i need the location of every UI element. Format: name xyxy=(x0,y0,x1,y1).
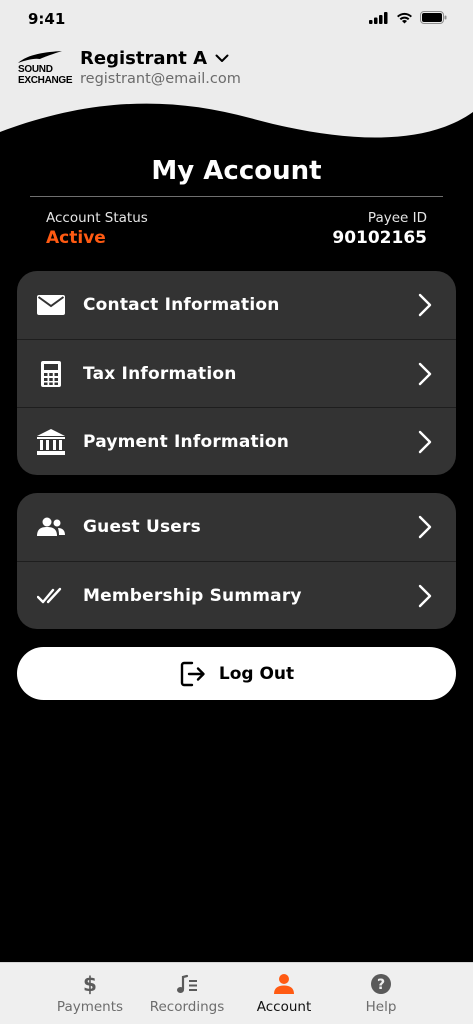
question-icon: ? xyxy=(371,974,391,994)
tab-recordings[interactable]: Recordings xyxy=(139,973,235,1015)
chevron-right-icon xyxy=(418,584,432,608)
registrant-switcher[interactable]: Registrant A registrant@email.com xyxy=(80,48,241,87)
account-header: 9:41 SOUND EXCHANGE Registrant A registr… xyxy=(0,0,473,150)
account-status-label: Account Status xyxy=(46,210,148,226)
account-info-menu: Contact Information Tax Information Paym… xyxy=(17,271,456,475)
battery-icon xyxy=(420,11,447,24)
account-status-value: Active xyxy=(46,228,106,248)
envelope-icon xyxy=(37,291,65,319)
svg-text:$: $ xyxy=(83,973,97,995)
chevron-right-icon xyxy=(418,293,432,317)
music-list-icon xyxy=(177,974,197,993)
menu-item-label: Payment Information xyxy=(83,431,290,452)
chevron-down-icon[interactable] xyxy=(215,54,229,63)
membership-menu: Guest Users Membership Summary xyxy=(17,493,456,629)
menu-item-label: Tax Information xyxy=(83,363,237,384)
menu-item-label: Membership Summary xyxy=(83,585,302,606)
payee-id-label: Payee ID xyxy=(367,210,427,226)
bank-icon xyxy=(37,428,65,456)
chevron-right-icon xyxy=(418,430,432,454)
logo-wordmark: SOUND EXCHANGE xyxy=(18,64,73,86)
status-bar: 9:41 xyxy=(0,0,473,38)
registrant-email: registrant@email.com xyxy=(80,71,241,87)
logout-button[interactable]: Log Out xyxy=(17,647,456,700)
svg-text:?: ? xyxy=(377,977,385,993)
tab-label: Recordings xyxy=(149,999,225,1015)
cellular-signal-icon xyxy=(369,11,388,24)
tab-label: Payments xyxy=(56,999,124,1015)
chevron-right-icon xyxy=(418,515,432,539)
menu-item-membership-summary[interactable]: Membership Summary xyxy=(17,561,456,629)
dollar-icon: $ xyxy=(83,973,97,995)
calculator-icon xyxy=(37,360,65,388)
tab-payments[interactable]: $ Payments xyxy=(42,973,138,1015)
menu-item-label: Guest Users xyxy=(83,517,201,537)
logout-icon xyxy=(180,661,205,686)
menu-item-tax-information[interactable]: Tax Information xyxy=(17,339,456,407)
menu-item-guest-users[interactable]: Guest Users xyxy=(17,493,456,561)
soundexchange-logo: SOUND EXCHANGE xyxy=(16,50,73,86)
status-icons xyxy=(369,11,447,24)
title-divider xyxy=(30,196,443,197)
tab-label: Help xyxy=(365,999,397,1015)
users-icon xyxy=(37,513,65,541)
bottom-tab-bar: $ Payments Recordings Account ? Help xyxy=(0,962,473,1024)
status-time: 9:41 xyxy=(28,10,66,28)
tab-label: Account xyxy=(256,999,312,1015)
person-icon xyxy=(274,974,294,994)
chevron-right-icon xyxy=(418,362,432,386)
double-check-icon xyxy=(37,582,65,610)
registrant-name[interactable]: Registrant A xyxy=(80,48,207,69)
payee-id-value: 90102165 xyxy=(332,228,427,248)
menu-item-contact-information[interactable]: Contact Information xyxy=(17,271,456,339)
menu-item-payment-information[interactable]: Payment Information xyxy=(17,407,456,475)
account-status: Account Status Active xyxy=(46,210,148,248)
tab-help[interactable]: ? Help xyxy=(333,973,429,1015)
menu-item-label: Contact Information xyxy=(83,295,280,315)
logout-label: Log Out xyxy=(218,663,295,684)
page-title: My Account xyxy=(151,156,322,186)
payee-id: Payee ID 90102165 xyxy=(332,210,427,248)
wifi-icon xyxy=(397,12,412,23)
tab-account[interactable]: Account xyxy=(236,973,332,1015)
